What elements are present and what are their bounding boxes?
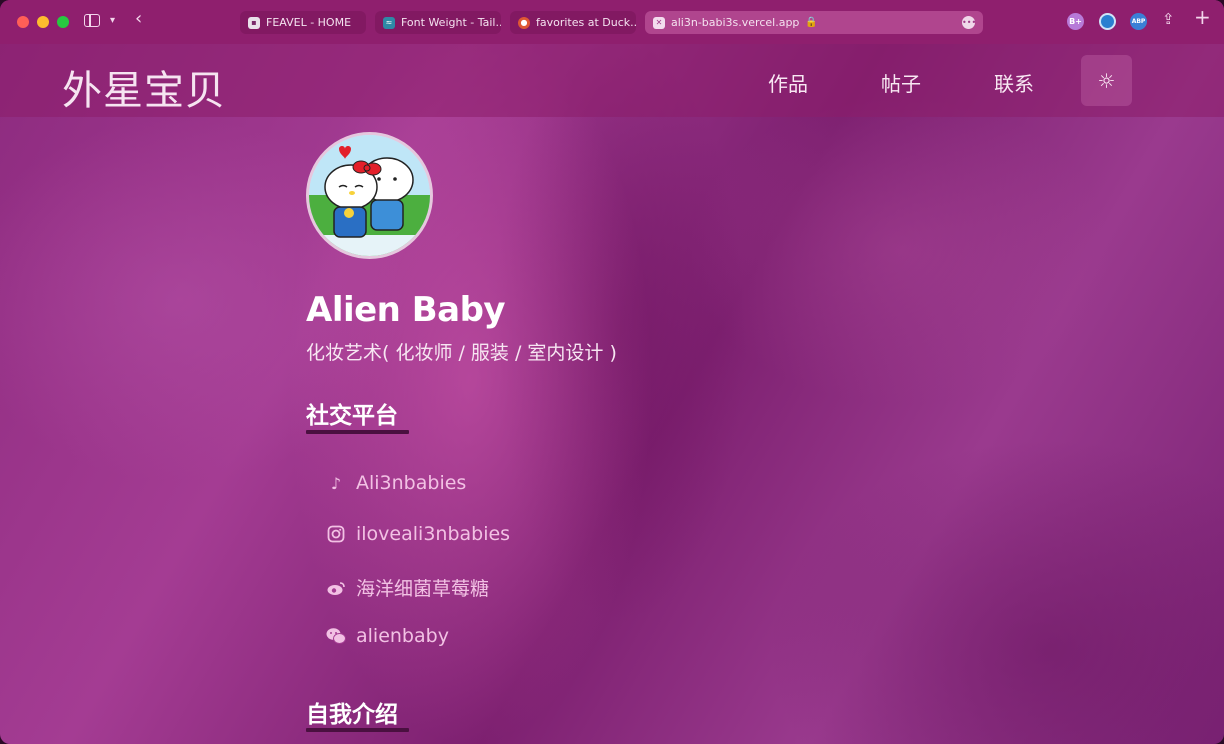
section-title-intro: 自我介绍 bbox=[306, 702, 398, 728]
tab-duckduckgo[interactable]: ● favorites at Duck... bbox=[510, 11, 636, 34]
site-logo[interactable]: 外星宝贝 bbox=[62, 58, 226, 116]
close-window-button[interactable] bbox=[17, 16, 29, 28]
social-link-instagram[interactable]: iloveali3nbabies bbox=[326, 523, 510, 545]
minimize-window-button[interactable] bbox=[37, 16, 49, 28]
tiktok-icon: ♪ bbox=[330, 473, 342, 493]
sidebar-toggle-icon[interactable] bbox=[84, 14, 100, 27]
section-title-social: 社交平台 bbox=[306, 403, 398, 429]
back-icon[interactable]: ‹ bbox=[135, 10, 142, 28]
social-link-weibo[interactable]: 海洋细菌草莓糖 bbox=[326, 574, 489, 601]
shield-extension-icon[interactable] bbox=[1099, 13, 1116, 30]
window-controls bbox=[17, 16, 69, 28]
tab-title: FEAVEL - HOME bbox=[266, 16, 352, 29]
social-link-tiktok[interactable]: ♪ Ali3nbabies bbox=[326, 472, 466, 494]
social-label: alienbaby bbox=[356, 625, 449, 647]
social-label: Ali3nbabies bbox=[356, 472, 467, 494]
profile-name: Alien Baby bbox=[306, 290, 506, 330]
tab-tailwind[interactable]: ≈ Font Weight - Tail... bbox=[375, 11, 501, 34]
duckduckgo-icon: ● bbox=[518, 16, 530, 29]
sun-icon: ☼ bbox=[1097, 68, 1116, 93]
hello-kitty-avatar bbox=[309, 135, 430, 256]
social-link-wechat[interactable]: alienbaby bbox=[326, 625, 449, 647]
theme-toggle-button[interactable]: ☼ bbox=[1081, 55, 1132, 106]
browser-toolbar: ▾ ‹ ▪ FEAVEL - HOME ≈ Font Weight - Tail… bbox=[0, 0, 1224, 44]
avatar bbox=[306, 132, 433, 259]
section-underline bbox=[306, 430, 409, 434]
bplus-extension-icon[interactable]: B+ bbox=[1067, 13, 1084, 30]
share-icon[interactable]: ⇪ bbox=[1162, 12, 1175, 27]
page-icon: ▪ bbox=[248, 16, 260, 29]
tab-title: Font Weight - Tail... bbox=[401, 16, 501, 29]
nav-contact[interactable]: 联系 bbox=[994, 68, 1034, 97]
address-text[interactable]: ali3n-babi3s.vercel.app bbox=[671, 16, 799, 29]
new-tab-icon[interactable]: + bbox=[1194, 7, 1211, 27]
weibo-icon bbox=[326, 578, 346, 598]
vercel-icon: ✕ bbox=[653, 16, 665, 29]
social-label: iloveali3nbabies bbox=[356, 523, 511, 545]
zoom-window-button[interactable] bbox=[57, 16, 69, 28]
profile-subtitle: 化妆艺术( 化妆师 / 服装 / 室内设计 ) bbox=[306, 342, 617, 364]
more-options-icon[interactable]: ••• bbox=[962, 16, 976, 29]
tab-active-address[interactable]: ✕ ali3n-babi3s.vercel.app 🔒 ••• bbox=[645, 11, 983, 34]
wechat-icon bbox=[326, 626, 346, 646]
tab-title: favorites at Duck... bbox=[536, 16, 636, 29]
site-header: 外星宝贝 作品 帖子 联系 ☼ bbox=[0, 44, 1224, 117]
instagram-icon bbox=[326, 524, 346, 544]
social-label: 海洋细菌草莓糖 bbox=[356, 578, 490, 600]
tab-feavel[interactable]: ▪ FEAVEL - HOME bbox=[240, 11, 366, 34]
nav-works[interactable]: 作品 bbox=[768, 68, 808, 97]
section-underline bbox=[306, 728, 409, 732]
nav-posts[interactable]: 帖子 bbox=[881, 68, 921, 97]
chevron-down-icon[interactable]: ▾ bbox=[110, 14, 115, 28]
lock-icon: 🔒 bbox=[805, 17, 818, 28]
adblock-extension-icon[interactable]: ABP bbox=[1130, 13, 1147, 30]
tailwind-icon: ≈ bbox=[383, 16, 395, 29]
browser-window: ▾ ‹ ▪ FEAVEL - HOME ≈ Font Weight - Tail… bbox=[0, 0, 1224, 744]
